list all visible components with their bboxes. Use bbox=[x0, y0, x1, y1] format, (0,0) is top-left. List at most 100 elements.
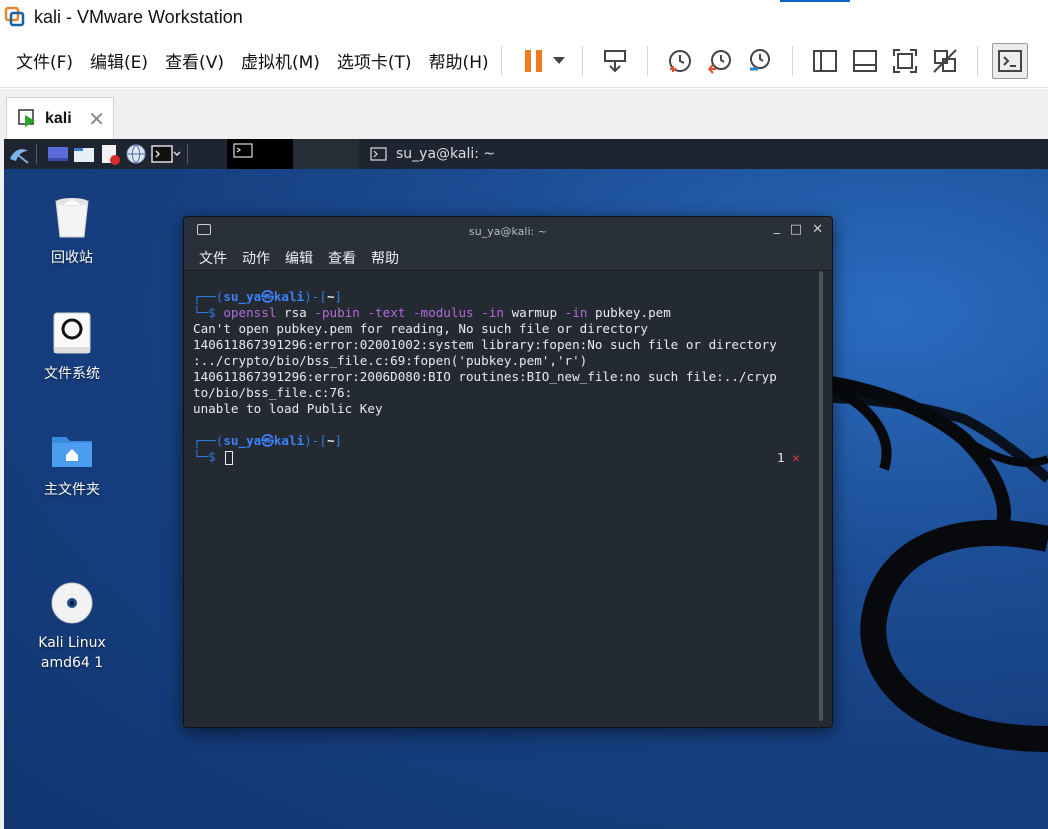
desktop-icon-kali-disc[interactable]: Kali Linux amd64 1 bbox=[17, 539, 127, 693]
output-line: :../crypto/bio/bss_file.c:69:fopen('pubk… bbox=[193, 353, 588, 368]
vm-tab-strip: kali ✕ bbox=[0, 89, 1048, 139]
guest-desktop[interactable]: su_ya@kali: ~ 回收站 文件系统 主文件夹 Kali Linux a… bbox=[4, 139, 1048, 829]
toolbar-separator bbox=[646, 45, 648, 76]
terminal-window-icon bbox=[370, 147, 387, 161]
panel-separator bbox=[187, 144, 188, 164]
titlebar-accent bbox=[780, 0, 850, 2]
taskbar-window-button[interactable]: su_ya@kali: ~ bbox=[370, 139, 495, 169]
terminal-app-icon bbox=[197, 224, 211, 235]
desktop-icon-label: 文件系统 bbox=[44, 366, 100, 382]
optical-disc-icon bbox=[48, 559, 96, 624]
terminal-launcher-icon[interactable] bbox=[151, 143, 181, 165]
workspace-2[interactable] bbox=[293, 139, 359, 169]
terminal-menu-actions[interactable]: 动作 bbox=[242, 248, 270, 268]
desktop-icon-label: 主文件夹 bbox=[44, 482, 100, 498]
web-browser-icon[interactable] bbox=[125, 143, 147, 165]
command-flag: -in bbox=[564, 305, 588, 320]
command-arg: pubkey.pem bbox=[595, 305, 671, 320]
terminal-menubar: 文件 动作 编辑 查看 帮助 bbox=[184, 245, 832, 271]
fullscreen-bar-icon bbox=[852, 49, 877, 72]
console-view-button[interactable] bbox=[991, 42, 1028, 79]
desktop-icon-trash[interactable]: 回收站 bbox=[17, 193, 127, 267]
drive-icon bbox=[48, 309, 96, 357]
prompt-user: su_ya㉿kali bbox=[223, 289, 305, 304]
library-button[interactable] bbox=[807, 43, 843, 79]
workspace-terminal-icon bbox=[233, 143, 253, 158]
taskbar-window-title: su_ya@kali: ~ bbox=[396, 146, 496, 162]
terminal-menu-view[interactable]: 查看 bbox=[328, 248, 356, 268]
snapshot-manager-button[interactable] bbox=[742, 43, 778, 79]
toolbar-separator bbox=[976, 45, 978, 76]
exit-error-icon: ✕ bbox=[792, 450, 800, 465]
snapshot-icon bbox=[668, 49, 691, 72]
show-desktop-icon[interactable] bbox=[47, 143, 69, 165]
exit-status: 1 ✕ bbox=[777, 450, 800, 465]
text-editor-icon[interactable] bbox=[99, 143, 121, 165]
close-icon[interactable]: ✕ bbox=[812, 222, 823, 237]
menu-vm[interactable]: 虚拟机(M) bbox=[241, 48, 320, 73]
home-folder-icon bbox=[48, 425, 96, 473]
terminal-menu-edit[interactable]: 编辑 bbox=[285, 248, 313, 268]
show-thumbnail-bar-button[interactable] bbox=[847, 43, 883, 79]
text-cursor bbox=[225, 450, 234, 465]
close-tab-icon[interactable]: ✕ bbox=[88, 107, 105, 131]
command-arg: rsa bbox=[284, 305, 307, 320]
command-name: openssl bbox=[223, 305, 277, 320]
maximize-icon[interactable]: □ bbox=[790, 222, 802, 237]
power-dropdown-button[interactable] bbox=[550, 43, 568, 79]
terminal-output[interactable]: ┌──(su_ya㉿kali)-[~] └─$ openssl rsa -pub… bbox=[184, 271, 832, 727]
prompt-dir: ~ bbox=[326, 433, 335, 448]
menu-tabs[interactable]: 选项卡(T) bbox=[337, 48, 412, 73]
prompt-dir: ~ bbox=[326, 289, 335, 304]
fullscreen-button[interactable] bbox=[887, 43, 923, 79]
toolbar-separator bbox=[791, 45, 793, 76]
send-ctrl-alt-del-icon bbox=[603, 49, 626, 72]
command-flag: -modulus bbox=[412, 305, 474, 320]
pause-icon bbox=[524, 49, 542, 72]
pause-button[interactable] bbox=[516, 43, 552, 79]
desktop-icon-home[interactable]: 主文件夹 bbox=[17, 425, 127, 499]
desktop-icon-filesystem[interactable]: 文件系统 bbox=[17, 309, 127, 383]
vmware-logo-icon bbox=[4, 6, 26, 28]
toolbar-separator bbox=[581, 45, 583, 76]
file-manager-icon[interactable] bbox=[73, 143, 95, 165]
command-flag: -pubin bbox=[314, 305, 360, 320]
revert-snapshot-button[interactable] bbox=[702, 43, 738, 79]
output-line: unable to load Public Key bbox=[193, 401, 383, 416]
console-view-icon bbox=[997, 49, 1022, 72]
menu-edit[interactable]: 编辑(E) bbox=[90, 48, 148, 73]
terminal-menu-file[interactable]: 文件 bbox=[199, 248, 227, 268]
terminal-titlebar[interactable]: su_ya@kali: ~ _ □ ✕ bbox=[184, 217, 832, 245]
panel-separator bbox=[36, 144, 37, 164]
menu-help[interactable]: 帮助(H) bbox=[429, 48, 489, 73]
command-flag: -in bbox=[481, 305, 504, 320]
menu-file[interactable]: 文件(F) bbox=[16, 48, 73, 73]
tab-label: kali bbox=[45, 109, 72, 127]
minimize-icon[interactable]: _ bbox=[774, 220, 781, 235]
terminal-window[interactable]: su_ya@kali: ~ _ □ ✕ 文件 动作 编辑 查看 帮助 ┌──(s… bbox=[183, 216, 833, 728]
kali-menu-icon[interactable] bbox=[8, 143, 30, 165]
send-ctrl-alt-del-button[interactable] bbox=[597, 43, 633, 79]
snapshot-manager-icon bbox=[749, 48, 770, 70]
terminal-scrollbar[interactable] bbox=[819, 271, 823, 721]
snapshot-button[interactable] bbox=[662, 43, 698, 79]
tab-kali[interactable]: kali ✕ bbox=[6, 97, 114, 139]
trash-icon bbox=[48, 193, 96, 241]
terminal-menu-help[interactable]: 帮助 bbox=[371, 248, 399, 268]
toolbar-separator bbox=[500, 45, 502, 76]
menu-toolbar: 文件(F) 编辑(E) 查看(V) 虚拟机(M) 选项卡(T) 帮助(H) bbox=[0, 34, 1048, 88]
desktop-icon-label: Kali Linux amd64 1 bbox=[38, 635, 106, 671]
terminal-title: su_ya@kali: ~ bbox=[469, 224, 547, 238]
unity-icon bbox=[932, 48, 957, 73]
sidebar-icon bbox=[812, 49, 837, 72]
output-line: Can't open pubkey.pem for reading, No su… bbox=[193, 321, 648, 336]
menu-view[interactable]: 查看(V) bbox=[165, 48, 224, 73]
unity-button[interactable] bbox=[927, 43, 963, 79]
kali-top-panel: su_ya@kali: ~ bbox=[4, 139, 1048, 169]
desktop-icon-label: 回收站 bbox=[51, 250, 93, 266]
window-title: kali - VMware Workstation bbox=[34, 6, 243, 27]
window-titlebar: kali - VMware Workstation bbox=[0, 0, 1048, 34]
output-line: 140611867391296:error:02001002:system li… bbox=[193, 337, 777, 352]
command-flag: -text bbox=[367, 305, 406, 320]
workspace-1[interactable] bbox=[227, 139, 293, 169]
